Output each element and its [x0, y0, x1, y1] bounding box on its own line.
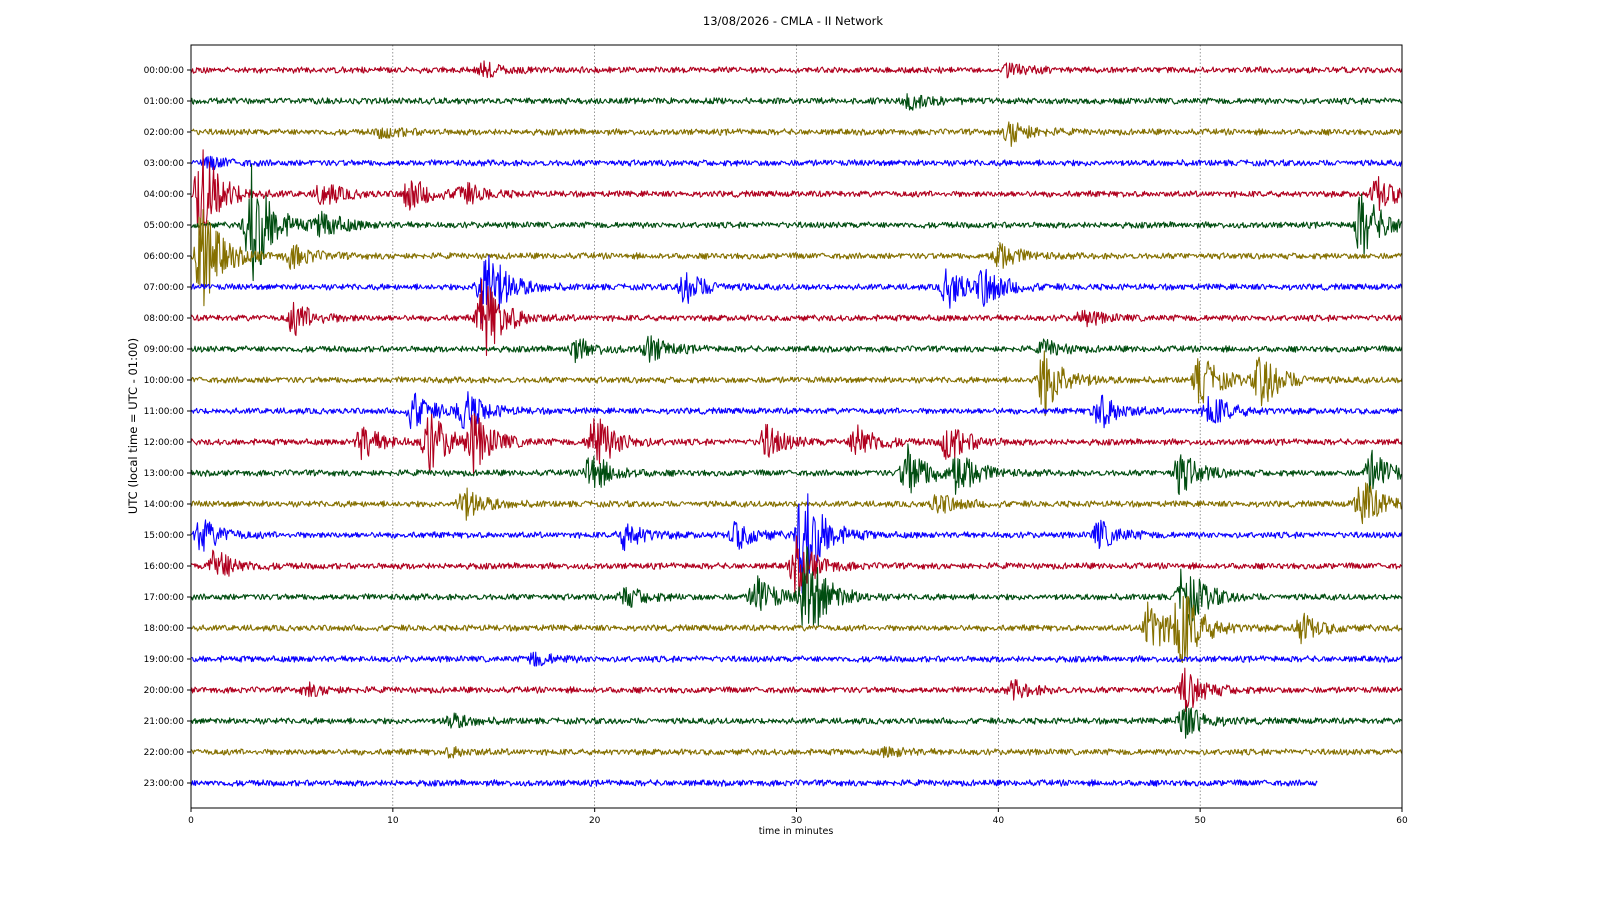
- y-tick-label-18:00:00: 18:00:00: [144, 624, 185, 634]
- chart-title: 13/08/2026 - CMLA - II Network: [703, 14, 883, 28]
- y-tick-label-05:00:00: 05:00:00: [144, 221, 185, 231]
- y-axis-label: UTC (local time = UTC - 01:00): [126, 338, 140, 514]
- x-tick-label-30: 30: [791, 816, 803, 826]
- y-tick-label-03:00:00: 03:00:00: [144, 159, 185, 169]
- x-axis-ticks: 0 10 20 30 40 50 60: [188, 808, 1408, 826]
- y-tick-label-17:00:00: 17:00:00: [144, 593, 185, 603]
- y-tick-label-02:00:00: 02:00:00: [144, 128, 185, 138]
- y-tick-label-13:00:00: 13:00:00: [144, 469, 185, 479]
- y-tick-label-12:00:00: 12:00:00: [144, 438, 185, 448]
- y-tick-label-09:00:00: 09:00:00: [144, 345, 185, 355]
- y-tick-label-16:00:00: 16:00:00: [144, 562, 185, 572]
- y-axis-ticks: 00:00:00 01:00:00 02:00:00 03:00:00 04:00:00…: [144, 66, 191, 789]
- y-tick-label-23:00:00: 23:00:00: [144, 779, 185, 789]
- y-tick-label-01:00:00: 01:00:00: [144, 97, 185, 107]
- x-tick-label-50: 50: [1194, 816, 1206, 826]
- y-tick-label-11:00:00: 11:00:00: [144, 407, 185, 417]
- y-tick-label-00:00:00: 00:00:00: [144, 66, 185, 76]
- y-tick-label-06:00:00: 06:00:00: [144, 252, 185, 262]
- x-tick-label-10: 10: [387, 816, 399, 826]
- y-tick-label-20:00:00: 20:00:00: [144, 686, 185, 696]
- y-tick-label-08:00:00: 08:00:00: [144, 314, 185, 324]
- y-tick-label-07:00:00: 07:00:00: [144, 283, 185, 293]
- y-tick-label-15:00:00: 15:00:00: [144, 531, 185, 541]
- y-tick-label-14:00:00: 14:00:00: [144, 500, 185, 510]
- x-axis-label: time in minutes: [759, 826, 834, 837]
- x-tick-label-0: 0: [188, 816, 194, 826]
- y-tick-label-21:00:00: 21:00:00: [144, 717, 185, 727]
- helicorder-chart: 13/08/2026 - CMLA - II Network 00:00:000…: [126, 14, 1408, 837]
- x-tick-label-60: 60: [1396, 816, 1408, 826]
- y-tick-label-10:00:00: 10:00:00: [144, 376, 185, 386]
- x-tick-label-40: 40: [993, 816, 1005, 826]
- x-tick-label-20: 20: [589, 816, 601, 826]
- y-tick-label-04:00:00: 04:00:00: [144, 190, 185, 200]
- y-tick-label-19:00:00: 19:00:00: [144, 655, 185, 665]
- y-tick-label-22:00:00: 22:00:00: [144, 748, 185, 758]
